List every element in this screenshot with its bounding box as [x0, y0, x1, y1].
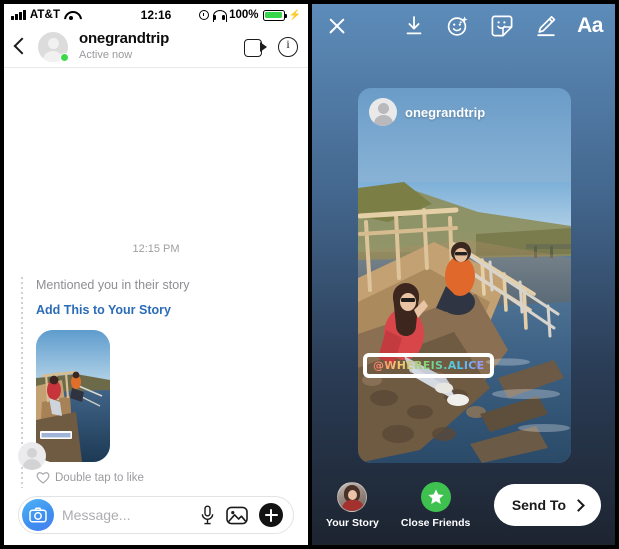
story-mention-message: Mentioned you in their story Add This to… [18, 277, 294, 488]
chevron-right-icon [572, 498, 585, 512]
battery-icon [262, 9, 287, 21]
story-thumbnail-image [36, 330, 110, 463]
story-photo [358, 182, 571, 463]
direct-message-pane: AT&T 12:16 100% ⚡ onegrandtrip Active no… [0, 0, 310, 549]
story-author-avatar [369, 98, 397, 126]
status-bar: AT&T 12:16 100% ⚡ [4, 4, 308, 26]
double-tap-hint: Double tap to like [36, 471, 294, 484]
your-story-destination[interactable]: Your Story [326, 481, 379, 529]
mention-sticker[interactable]: @WHEREIS.ALICE [366, 356, 491, 375]
thread-sender-avatar [18, 442, 46, 470]
pen-icon[interactable] [533, 13, 559, 39]
composer-icons [200, 503, 283, 527]
dm-header: onegrandtrip Active now [4, 26, 308, 68]
composer-pill: Message... [18, 496, 294, 534]
online-status-dot [60, 52, 69, 62]
message-composer: Message... [8, 489, 304, 541]
add-to-your-story-link[interactable]: Add This to Your Story [36, 303, 294, 317]
heart-icon [36, 471, 50, 484]
headphones-icon [213, 10, 228, 22]
dm-active-status: Active now [79, 48, 133, 61]
story-thumbnail[interactable] [36, 330, 110, 463]
story-author-username: onegrandtrip [405, 104, 486, 120]
close-friends-destination[interactable]: Close Friends [400, 481, 471, 529]
sticker-icon[interactable] [489, 13, 515, 39]
send-to-button[interactable]: Send To [493, 484, 601, 526]
story-card-header: onegrandtrip [369, 98, 485, 126]
camera-icon[interactable] [22, 499, 54, 531]
your-story-label: Your Story [326, 516, 379, 529]
close-friends-label: Close Friends [400, 516, 471, 529]
download-icon[interactable] [401, 13, 427, 39]
mentioned-you-label: Mentioned you in their story [36, 278, 190, 292]
microphone-icon[interactable] [200, 505, 215, 525]
close-icon[interactable] [324, 13, 350, 39]
dm-username: onegrandtrip [79, 30, 170, 47]
story-preview-card[interactable]: onegrandtrip @WHEREIS.ALICE [358, 88, 571, 463]
story-photo-image [358, 182, 571, 463]
message-input[interactable]: Message... [62, 507, 192, 523]
message-thread: 12:15 PM Mentioned you in their story Ad… [4, 68, 308, 488]
back-chevron-icon[interactable] [10, 36, 30, 58]
app-screenshot: AT&T 12:16 100% ⚡ onegrandtrip Active no… [0, 0, 619, 549]
message-timestamp: 12:15 PM [132, 243, 180, 255]
green-star-icon [420, 481, 451, 512]
your-story-avatar [337, 481, 368, 512]
dm-header-actions [244, 36, 298, 57]
text-tool-button[interactable]: Aa [577, 14, 603, 38]
sparkle-face-icon[interactable] [445, 13, 471, 39]
double-tap-label: Double tap to like [55, 471, 144, 484]
story-toolbar: Aa [312, 4, 615, 48]
video-call-icon[interactable] [244, 38, 267, 57]
avatar[interactable] [38, 31, 69, 62]
info-icon[interactable] [278, 36, 298, 57]
dm-title-block[interactable]: onegrandtrip Active now [79, 30, 238, 62]
story-destination-bar: Your Story Close Friends Send To [312, 465, 615, 545]
plus-icon[interactable] [259, 503, 283, 527]
story-toolbar-actions: Aa [401, 13, 603, 39]
photo-library-icon[interactable] [226, 506, 248, 525]
story-composer-pane: Aa onegrandtrip @WHEREIS.ALICE Your Stor… [310, 0, 619, 549]
send-to-label: Send To [511, 497, 566, 513]
